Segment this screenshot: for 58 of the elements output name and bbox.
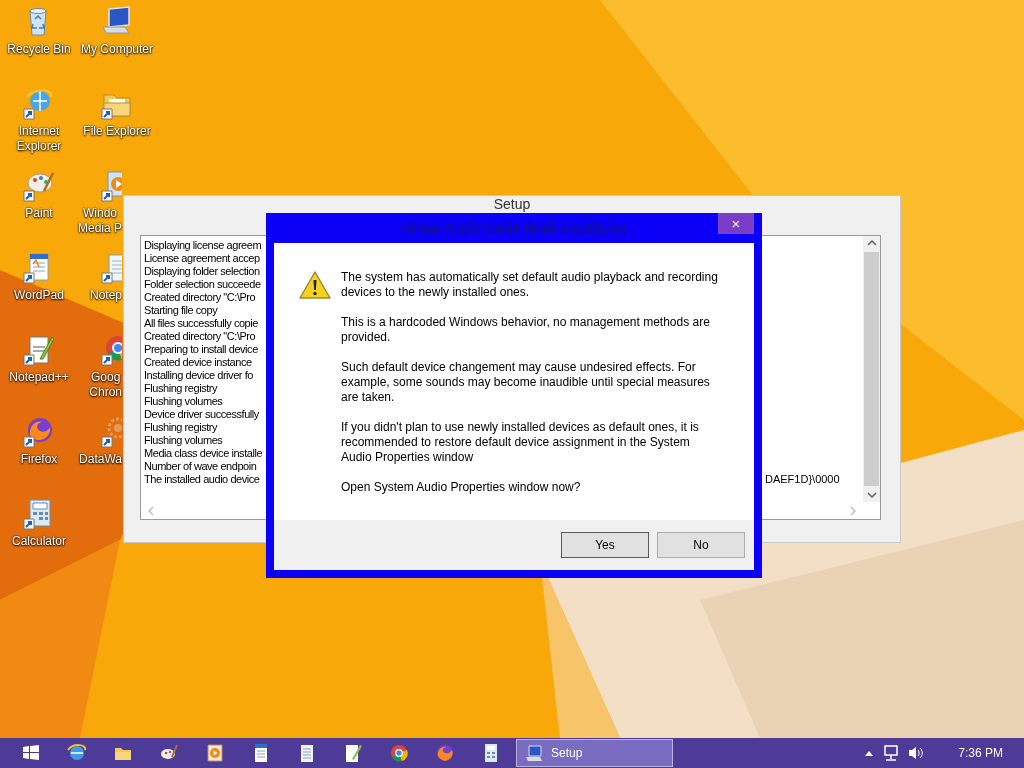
desktop-icon-label[interactable]: Notepad++ [9, 370, 69, 385]
yes-button[interactable]: Yes [561, 532, 649, 558]
browser-icon[interactable] [388, 742, 410, 764]
log-line: Device driver successfully [144, 408, 259, 421]
message-paragraph: Such default device changement may cause undesired effects. For example, some sounds may become inaudible until special measures are taken. [341, 360, 711, 405]
log-line: Flushing volumes [144, 395, 223, 408]
log-line: Folder selection succeede [144, 278, 261, 291]
log-line: Flushing volumes [144, 434, 223, 447]
desktop-icon-label[interactable]: Calculator [12, 534, 66, 549]
warning-icon [298, 270, 332, 300]
log-line: Preparing to install device [144, 343, 258, 356]
desktop-icon-label[interactable]: Internet Explorer [16, 124, 62, 154]
computer-icon [525, 744, 545, 762]
desktop-icon-label[interactable]: Windo Media P [77, 206, 122, 236]
desktop-icon-label[interactable]: Notep [89, 288, 122, 303]
message-paragraph: This is a hardcoded Windows behavior, no management methods are provided. [341, 315, 711, 345]
log-line: All files successfully copie [144, 317, 258, 330]
message-paragraph: Open System Audio Properties window now? [341, 480, 582, 495]
log-line: Installing device driver fo [144, 369, 253, 382]
desktop-icon-label[interactable]: Goog Chron [89, 370, 122, 400]
log-line: Displaying license agreem [144, 239, 262, 252]
log-line: Displaying folder selection [144, 265, 260, 278]
gear-icon[interactable] [100, 415, 122, 449]
taskbar-window-button[interactable]: Setup [516, 739, 673, 767]
notepad-plus-icon[interactable] [22, 333, 56, 367]
clock[interactable]: 7:36 PM [958, 746, 1003, 760]
network-icon[interactable] [882, 745, 901, 761]
log-line: The installed audio device [144, 473, 260, 486]
speaker-icon[interactable] [908, 745, 925, 761]
window-title: Setup [492, 196, 532, 213]
firefox-icon[interactable] [434, 742, 456, 764]
vertical-scrollbar[interactable] [863, 236, 880, 502]
scrollbar-thumb[interactable] [864, 252, 879, 486]
log-line: Flushing registry [144, 382, 218, 395]
log-line: Flushing registry [144, 421, 218, 434]
desktop-icon-label[interactable]: WordPad [14, 288, 64, 303]
desktop-icon-label[interactable]: Firefox [20, 452, 58, 467]
log-line: Created directory "C:\Pro [144, 291, 256, 304]
close-button[interactable]: × [718, 213, 754, 234]
media-player-icon[interactable] [100, 169, 122, 203]
show-hidden-icons-icon[interactable] [864, 749, 875, 757]
log-line: Number of wave endpoin [144, 460, 257, 473]
message-paragraph: The system has automatically set default audio playback and recording devices to the newly installed ones. [341, 270, 719, 300]
log-line: Starting file copy [144, 304, 218, 317]
log-line: Media class device installe [144, 447, 263, 460]
log-line: License agreement accep [144, 252, 260, 265]
media-player-icon[interactable] [204, 742, 226, 764]
desktop-icon-label[interactable]: File Explorer [83, 124, 151, 139]
message-paragraph: If you didn't plan to use newly installed devices as default ones, it is recommended to restore default device assignment in the System Audio Properties window [341, 420, 700, 465]
dialog-title: Virtual Audio Cable (trial) installation [401, 220, 627, 236]
desktop-icon-label[interactable]: My Computer [81, 42, 153, 57]
log-line: Created device instance [144, 356, 252, 369]
desktop-icon-label[interactable]: DataWa [79, 452, 122, 467]
desktop-icon-label[interactable]: Paint [25, 206, 53, 221]
log-line: Created directory "C:\Pro [144, 330, 256, 343]
log-line: DAEF1D}\0000 [765, 473, 840, 486]
desktop-icon-label[interactable]: Recycle Bin [7, 42, 71, 57]
no-button[interactable]: No [657, 532, 745, 558]
